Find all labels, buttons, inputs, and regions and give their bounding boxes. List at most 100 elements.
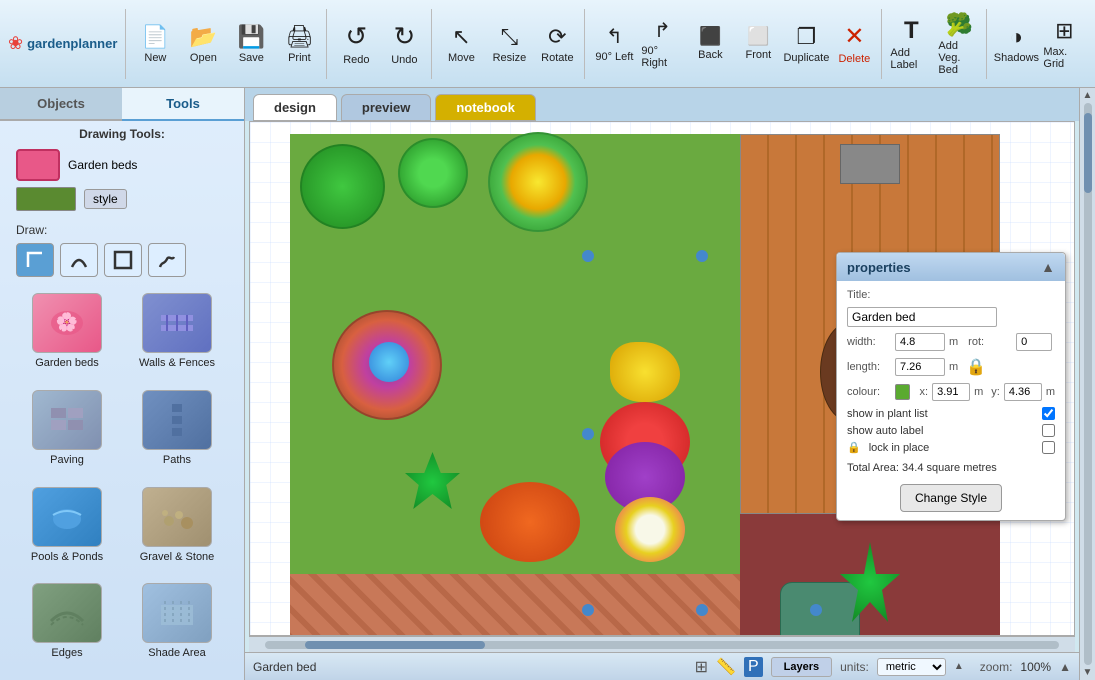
title-input[interactable] [847,307,997,327]
draw-freehand-tool[interactable] [148,243,186,277]
show-auto-label-row: show auto label [847,424,1055,437]
layers-button[interactable]: Layers [771,657,832,677]
save-label: Save [239,52,264,64]
logo-icon: ❀ [8,33,23,54]
draw-rect-tool[interactable] [104,243,142,277]
print-button[interactable]: 🖨 Print [276,12,322,76]
v-scroll-up[interactable]: ▲ [1083,90,1093,101]
move-icon: ↖ [452,24,470,50]
width-label: width: [847,336,891,348]
obj-garden-beds[interactable]: 🌸 Garden beds [16,293,118,382]
90right-button[interactable]: ↱ 90° Right [639,12,685,76]
new-button[interactable]: 📄 New [132,12,178,76]
x-input[interactable] [932,383,970,401]
add-label-label: Add Label [890,47,932,71]
garden-beds-label: Garden beds [35,357,99,369]
undo-button[interactable]: ↻ Undo [381,12,427,76]
units-label: units: [840,660,869,674]
pools-ponds-icon [32,487,102,547]
left-panel: Objects Tools Drawing Tools: Garden beds… [0,88,245,680]
move-button[interactable]: ↖ Move [438,12,484,76]
title-label: Title: [847,289,891,301]
zoom-label: zoom: [980,660,1013,674]
y-input[interactable] [1004,383,1042,401]
resize-button[interactable]: ⤡ Resize [486,12,532,76]
ruler-icon: 📏 [716,657,736,677]
resize-label: Resize [493,52,527,64]
rot-input[interactable] [1016,333,1052,351]
save-button[interactable]: 💾 Save [228,12,274,76]
paving-icon [32,390,102,450]
90left-button[interactable]: ↰ 90° Left [591,12,637,76]
style-button[interactable]: style [84,189,127,209]
front-button[interactable]: ⬜ Front [735,12,781,76]
show-plant-list-checkbox[interactable] [1042,407,1055,420]
v-scroll-thumb[interactable] [1084,113,1092,193]
tab-tools[interactable]: Tools [122,88,244,121]
selection-handle-bm[interactable] [810,604,822,616]
units-select[interactable]: metric imperial [877,658,946,676]
lock-in-place-row: 🔒 lock in place [847,441,1055,454]
vertical-scrollbar[interactable]: ▲ ▼ [1079,88,1095,680]
change-style-button[interactable]: Change Style [900,484,1002,512]
selection-handle-t[interactable] [696,250,708,262]
tab-objects[interactable]: Objects [0,88,122,121]
properties-collapse-button[interactable]: ▲ [1041,259,1055,275]
add-label-button[interactable]: T Add Label [888,12,934,76]
duplicate-button[interactable]: ❐ Duplicate [783,12,829,76]
obj-gravel-stone[interactable]: Gravel & Stone [126,487,228,576]
draw-curve-tool[interactable] [60,243,98,277]
total-area: Total Area: 34.4 square metres [847,462,1055,474]
main-area: Objects Tools Drawing Tools: Garden beds… [0,88,1095,680]
tab-notebook[interactable]: notebook [435,94,536,121]
status-bar: Garden bed ⊞ 📏 P Layers units: metric im… [245,652,1079,680]
canvas-area[interactable]: properties ▲ Title: width: m [249,121,1075,636]
horizontal-scrollbar[interactable] [249,636,1075,652]
back-button[interactable]: ⬛ Back [687,12,733,76]
label-group: T Add Label 🥦 Add Veg. Bed [884,9,987,79]
v-scroll-down[interactable]: ▼ [1083,667,1093,678]
selection-handle-b[interactable] [696,604,708,616]
duplicate-label: Duplicate [783,52,829,64]
paving-label: Paving [50,454,84,466]
delete-button[interactable]: ✕ Delete [831,12,877,76]
add-veg-bed-button[interactable]: 🥦 Add Veg. Bed [936,12,982,76]
paving-area [290,574,760,636]
h-scroll-thumb[interactable] [305,641,485,649]
edges-label: Edges [51,647,82,659]
panel-tabs: Objects Tools [0,88,244,121]
selection-handle-bl[interactable] [582,604,594,616]
walls-fences-label: Walls & Fences [139,357,215,369]
lock-ratio-btn[interactable]: 🔒 [966,357,986,377]
zoom-up-arrow[interactable]: ▲ [1059,660,1071,674]
delete-label: Delete [838,53,870,65]
max-grid-button[interactable]: ⊞ Max. Grid [1041,12,1087,76]
width-input[interactable] [895,333,945,351]
lock-in-place-checkbox[interactable] [1042,441,1055,454]
tab-design[interactable]: design [253,94,337,121]
rotate-button[interactable]: ⟳ Rotate [534,12,580,76]
redo-button[interactable]: ↺ Redo [333,12,379,76]
max-grid-icon: ⊞ [1055,18,1073,44]
show-auto-label-checkbox[interactable] [1042,424,1055,437]
selection-handle-tl[interactable] [582,250,594,262]
selection-handle-l[interactable] [582,428,594,440]
open-button[interactable]: 📂 Open [180,12,226,76]
delete-icon: ✕ [844,22,864,51]
obj-pools-ponds[interactable]: Pools & Ponds [16,487,118,576]
draw-corner-tool[interactable] [16,243,54,277]
tab-preview[interactable]: preview [341,94,431,121]
status-item-label: Garden bed [253,660,316,674]
obj-paving[interactable]: Paving [16,390,118,479]
obj-shade-area[interactable]: Shade Area [126,583,228,672]
length-input[interactable] [895,358,945,376]
shade-area-label: Shade Area [148,647,206,659]
shadows-button[interactable]: ◑ Shadows [993,12,1039,76]
obj-walls-fences[interactable]: Walls & Fences [126,293,228,382]
colour-picker[interactable] [895,384,910,400]
obj-edges[interactable]: Edges [16,583,118,672]
obj-paths[interactable]: Paths [126,390,228,479]
style-preview [16,187,76,211]
redo-label: Redo [343,54,369,66]
lock-icon-small: 🔒 [847,441,861,454]
